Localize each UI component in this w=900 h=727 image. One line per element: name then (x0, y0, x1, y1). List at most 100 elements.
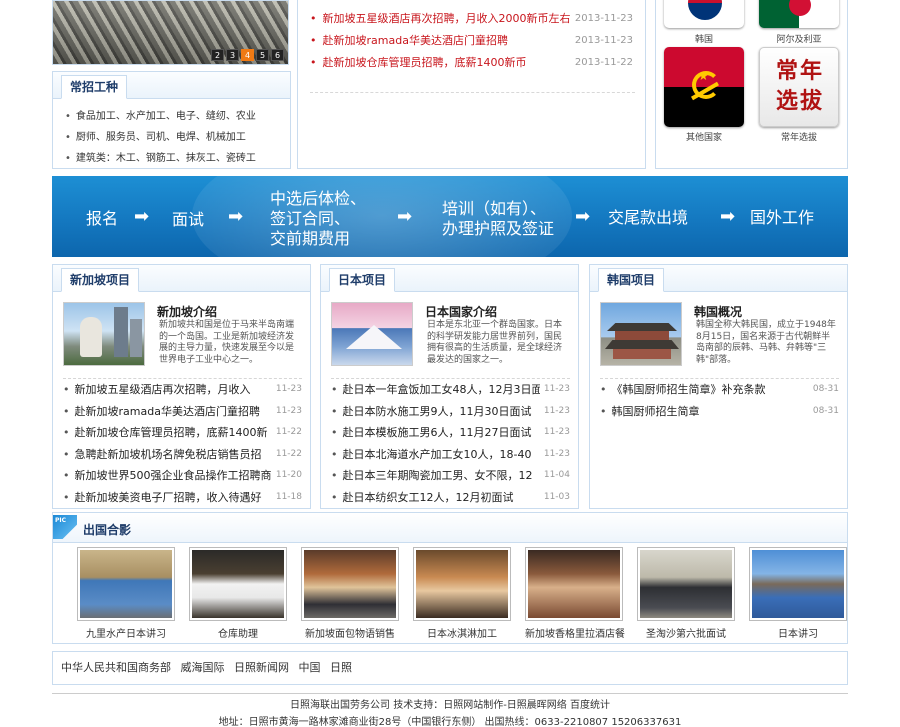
slideshow[interactable]: 2 3 4 5 6 (52, 0, 289, 65)
item-title[interactable]: 韩国厨师招生简章 (600, 401, 700, 423)
link-rizhao[interactable]: 日照 (330, 661, 352, 674)
link-weihai[interactable]: 威海国际 (181, 661, 225, 674)
process-banner: 报名 ➡ 面试 ➡ 中选后体检、 签订合同、 交前期费用 ➡ 培训（如有）、 办… (52, 176, 848, 257)
list-item[interactable]: 赴日本三年期陶瓷加工男、女不限，12 11-04 (331, 465, 571, 487)
common-jobs-title: 常招工种 (61, 75, 128, 99)
list-item[interactable]: 赴日本防水施工男9人，11月30日面试 11-23 (331, 401, 571, 423)
singapore-intro-text: 新加坡共和国是位于马来半岛南端的一个岛国。工业是新加坡经济发展的主导力量，快速发… (159, 320, 295, 365)
singapore-projects-box: 新加坡项目 新加坡介绍 新加坡共和国是位于马来半岛南端的一个岛国。工业是新加坡经… (52, 264, 311, 509)
palace-wall (615, 331, 669, 340)
list-item[interactable]: 赴日本北海道水产加工女10人，18-40 11-23 (331, 444, 571, 466)
photo-image[interactable] (413, 547, 511, 621)
list-item[interactable]: 赴新加坡ramada华美达酒店门童招聘 11-23 (63, 401, 303, 423)
item-title[interactable]: 赴日本纺织女工12人，12月初面试 (331, 487, 514, 509)
step-work-abroad: 国外工作 (750, 208, 815, 227)
photo-image[interactable] (189, 547, 287, 621)
japan-tab[interactable]: 日本项目 (329, 268, 396, 292)
korea-intro-title[interactable]: 韩国概况 (694, 303, 742, 320)
algeria-flag-link[interactable] (759, 0, 839, 28)
japan-header: 日本项目 (321, 265, 578, 292)
list-item[interactable]: 赴日本纺织女工12人，12月初面试 11-03 (331, 487, 571, 509)
singapore-intro-title[interactable]: 新加坡介绍 (157, 303, 217, 320)
news-item[interactable]: 新加坡五星级酒店再次招聘，月收入2000新币左右2013-11-23 (310, 8, 645, 30)
korea-news-list: 《韩国厨师招生简章》补充条款 08-31 韩国厨师招生简章 08-31 (600, 378, 839, 422)
photo-image[interactable] (749, 547, 847, 621)
item-title[interactable]: 赴日本北海道水产加工女10人，18-40 (331, 444, 532, 466)
photo-item[interactable]: 九里水产日本讲习 (77, 547, 175, 640)
photo-caption[interactable]: 圣淘沙第六批面试 (637, 625, 735, 640)
news-title[interactable]: 赴新加坡仓库管理员招聘，底薪1400新币 (310, 52, 527, 74)
mount-fuji-image[interactable] (331, 302, 413, 366)
list-item[interactable]: 急聘赴新加坡机场名牌免税店销售员招 11-22 (63, 444, 303, 466)
list-item[interactable]: 韩国厨师招生简章 08-31 (600, 401, 840, 423)
news-item[interactable]: 赴新加坡ramada华美达酒店门童招聘 2013-11-23 (310, 30, 645, 52)
item-title[interactable]: 赴日本一年盒饭加工女48人，12月3日面 (331, 379, 540, 401)
link-rizhao-news[interactable]: 日照新闻网 (234, 661, 289, 674)
news-date: 2013-11-22 (574, 57, 633, 68)
regular-selection-link[interactable]: 常年选拔 (759, 47, 839, 127)
photo-image[interactable] (525, 547, 623, 621)
singapore-tab[interactable]: 新加坡项目 (61, 268, 140, 292)
regular-selection-label[interactable]: 常年选拔 (754, 130, 844, 143)
algeria-label[interactable]: 阿尔及利亚 (754, 32, 844, 45)
korean-palace-image[interactable] (600, 302, 682, 366)
angola-flag-link[interactable]: ★ (664, 47, 744, 127)
item-title[interactable]: 新加坡世界500强企业食品操作工招聘商 (63, 465, 272, 487)
list-item[interactable]: 新加坡世界500强企业食品操作工招聘商11-20 (63, 465, 303, 487)
mountain-shape (346, 325, 402, 349)
slide-page-2[interactable]: 2 (211, 49, 224, 61)
photo-caption[interactable]: 日本讲习 (749, 625, 847, 640)
list-item[interactable]: 赴日本一年盒饭加工女48人，12月3日面11-23 (331, 379, 571, 401)
photo-item[interactable]: 新加坡香格里拉酒店餐 (525, 547, 625, 640)
job-item: 厨师、服务员、司机、电焊、机械加工 (65, 127, 290, 148)
korea-projects-box: 韩国项目 韩国概况 韩国全称大韩民国，成立于1948年8月15日，国名来源于古代… (589, 264, 848, 509)
item-title[interactable]: 赴日本防水施工男9人，11月30日面试 (331, 401, 532, 423)
item-title[interactable]: 赴新加坡美资电子厂招聘，收入待遇好 (63, 487, 262, 509)
japan-intro-title[interactable]: 日本国家介绍 (425, 303, 497, 320)
photo-caption[interactable]: 新加坡面包物语销售 (301, 625, 399, 640)
photo-item[interactable]: 新加坡面包物语销售 (301, 547, 399, 640)
korea-tab[interactable]: 韩国项目 (598, 268, 665, 292)
korea-flag-link[interactable] (664, 0, 744, 28)
photo-item[interactable]: 日本讲习 (749, 547, 847, 640)
news-title[interactable]: 赴新加坡ramada华美达酒店门童招聘 (310, 30, 508, 52)
photo-image[interactable] (301, 547, 399, 621)
list-item[interactable]: 赴新加坡仓库管理员招聘，底薪1400新 11-22 (63, 422, 303, 444)
photo-caption[interactable]: 九里水产日本讲习 (77, 625, 175, 640)
list-item[interactable]: 赴新加坡美资电子厂招聘，收入待遇好 11-18 (63, 487, 303, 509)
item-title[interactable]: 赴日本模板施工男6人，11月27日面试 (331, 422, 532, 444)
item-title[interactable]: 赴新加坡仓库管理员招聘，底薪1400新 (63, 422, 268, 444)
crescent-icon (789, 0, 811, 16)
item-title[interactable]: 《韩国厨师招生简章》补充条款 (600, 379, 766, 401)
link-china[interactable]: 中国 (299, 661, 321, 674)
slide-page-4[interactable]: 4 (241, 49, 254, 61)
photo-caption[interactable]: 仓库助理 (189, 625, 287, 640)
item-title[interactable]: 赴日本三年期陶瓷加工男、女不限，12 (331, 465, 533, 487)
list-item[interactable]: 新加坡五星级酒店再次招聘，月收入 11-23 (63, 379, 303, 401)
japan-projects-box: 日本项目 日本国家介绍 日本是东北亚一个群岛国家。日本的科学研发能力居世界前列，… (320, 264, 579, 509)
news-title[interactable]: 新加坡五星级酒店再次招聘，月收入2000新币左右 (310, 8, 571, 30)
slide-page-3[interactable]: 3 (226, 49, 239, 61)
photo-item[interactable]: 日本冰淇淋加工 (413, 547, 511, 640)
news-item[interactable]: 赴新加坡仓库管理员招聘，底薪1400新币 2013-11-22 (310, 52, 645, 74)
korea-label[interactable]: 韩国 (659, 32, 749, 45)
slide-page-6[interactable]: 6 (271, 49, 284, 61)
slide-page-5[interactable]: 5 (256, 49, 269, 61)
other-countries-label[interactable]: 其他国家 (659, 130, 749, 143)
footer: 日照海联出国劳务公司 技术支持：日照网站制作-日照晨晖网络 百度统计 地址：日照… (52, 693, 848, 727)
item-title[interactable]: 急聘赴新加坡机场名牌免税店销售员招 (63, 444, 262, 466)
photo-item[interactable]: 圣淘沙第六批面试 (637, 547, 735, 640)
link-mofcom[interactable]: 中华人民共和国商务部 (61, 661, 171, 674)
item-title[interactable]: 赴新加坡ramada华美达酒店门童招聘 (63, 401, 260, 423)
photo-image[interactable] (77, 547, 175, 621)
step-contract-line3: 交前期费用 (270, 229, 351, 248)
item-title[interactable]: 新加坡五星级酒店再次招聘，月收入 (63, 379, 251, 401)
list-item[interactable]: 赴日本模板施工男6人，11月27日面试 11-23 (331, 422, 571, 444)
list-item[interactable]: 《韩国厨师招生简章》补充条款 08-31 (600, 379, 840, 401)
singapore-header: 新加坡项目 (53, 265, 310, 292)
photo-image[interactable] (637, 547, 735, 621)
merlion-image[interactable] (63, 302, 145, 366)
photo-caption[interactable]: 日本冰淇淋加工 (413, 625, 511, 640)
photo-caption[interactable]: 新加坡香格里拉酒店餐 (525, 625, 625, 640)
photo-item[interactable]: 仓库助理 (189, 547, 287, 640)
